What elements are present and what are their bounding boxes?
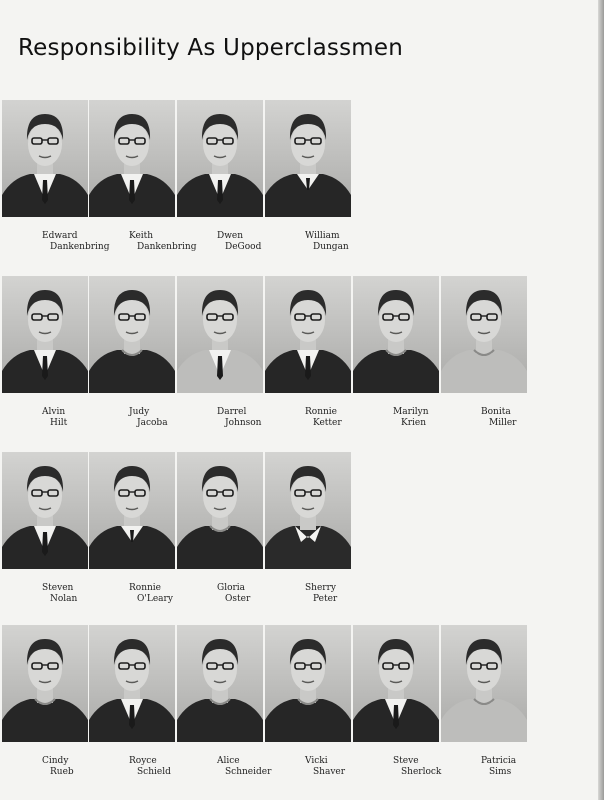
student-name: Steven Nolan xyxy=(42,583,77,605)
portrait-photo xyxy=(265,276,351,393)
student-last-name: Dankenbring xyxy=(137,242,197,252)
student-first-name: Steven xyxy=(42,583,74,593)
portrait-photo xyxy=(89,100,175,217)
portrait-photo xyxy=(177,276,263,393)
student-first-name: Edward xyxy=(42,231,78,241)
portrait-photo xyxy=(177,625,263,742)
portrait-photo xyxy=(441,276,527,393)
student-name: Vicki Shaver xyxy=(305,756,345,778)
student-last-name: Shaver xyxy=(313,767,346,777)
student-name: William Dungan xyxy=(305,231,349,253)
student-name: Keith Dankenbring xyxy=(129,231,196,253)
student-name: Judy Jacoba xyxy=(129,407,168,429)
student-last-name: Johnson xyxy=(225,418,262,428)
student-name: Gloria Oster xyxy=(217,583,250,605)
student-last-name: Sims xyxy=(489,767,512,777)
student-last-name: Hilt xyxy=(50,418,68,428)
student-last-name: Miller xyxy=(489,418,517,428)
student-name: Ronnie Ketter xyxy=(305,407,342,429)
portrait-photo xyxy=(441,625,527,742)
student-name: Dwen DeGood xyxy=(217,231,261,253)
portrait-photo xyxy=(353,625,439,742)
student-last-name: Peter xyxy=(313,594,338,604)
student-first-name: William xyxy=(305,231,340,241)
student-name: Royce Schield xyxy=(129,756,171,778)
student-first-name: Steve xyxy=(393,756,419,766)
student-first-name: Gloria xyxy=(217,583,246,593)
student-name: Darrel Johnson xyxy=(217,407,261,429)
portrait-photo xyxy=(2,625,88,742)
portrait-photo xyxy=(2,276,88,393)
student-name: Sherry Peter xyxy=(305,583,337,605)
student-first-name: Judy xyxy=(129,407,150,417)
student-first-name: Alice xyxy=(217,756,240,766)
student-last-name: Rueb xyxy=(50,767,74,777)
portrait-photo xyxy=(89,452,175,569)
student-last-name: Ketter xyxy=(313,418,342,428)
student-name: Steve Sherlock xyxy=(393,756,441,778)
portrait-photo xyxy=(177,100,263,217)
student-first-name: Keith xyxy=(129,231,154,241)
student-last-name: Schield xyxy=(137,767,171,777)
student-name: Cindy Rueb xyxy=(42,756,74,778)
student-first-name: Alvin xyxy=(42,407,66,417)
student-last-name: Schneider xyxy=(225,767,272,777)
student-first-name: Bonita xyxy=(481,407,511,417)
student-last-name: Krien xyxy=(401,418,427,428)
student-last-name: Dankenbring xyxy=(50,242,110,252)
student-first-name: Marilyn xyxy=(393,407,429,417)
student-name: Patricia Sims xyxy=(481,756,516,778)
portrait-photo xyxy=(89,276,175,393)
student-name: Alvin Hilt xyxy=(42,407,67,429)
student-name: Edward Dankenbring xyxy=(42,231,109,253)
portrait-photo xyxy=(89,625,175,742)
student-first-name: Sherry xyxy=(305,583,336,593)
portrait-photo xyxy=(265,452,351,569)
student-last-name: DeGood xyxy=(225,242,262,252)
portrait-photo xyxy=(2,452,88,569)
student-first-name: Patricia xyxy=(481,756,517,766)
student-last-name: Dungan xyxy=(313,242,349,252)
student-first-name: Ronnie xyxy=(305,407,337,417)
student-first-name: Darrel xyxy=(217,407,247,417)
student-first-name: Ronnie xyxy=(129,583,161,593)
student-name: Marilyn Krien xyxy=(393,407,429,429)
page-spine-shadow xyxy=(598,0,604,800)
student-last-name: Jacoba xyxy=(137,418,168,428)
student-first-name: Royce xyxy=(129,756,157,766)
student-first-name: Vicki xyxy=(305,756,328,766)
portrait-photo xyxy=(265,625,351,742)
portrait-photo xyxy=(177,452,263,569)
student-name: Bonita Miller xyxy=(481,407,516,429)
student-first-name: Dwen xyxy=(217,231,244,241)
student-first-name: Cindy xyxy=(42,756,69,766)
student-name: Ronnie O'Leary xyxy=(129,583,173,605)
student-last-name: Oster xyxy=(225,594,251,604)
student-last-name: Sherlock xyxy=(401,767,442,777)
student-name: Alice Schneider xyxy=(217,756,271,778)
portrait-photo xyxy=(2,100,88,217)
portrait-photo xyxy=(353,276,439,393)
page-title: Responsibility As Upperclassmen xyxy=(18,35,404,62)
student-last-name: Nolan xyxy=(50,594,78,604)
student-last-name: O'Leary xyxy=(137,594,173,604)
portrait-photo xyxy=(265,100,351,217)
